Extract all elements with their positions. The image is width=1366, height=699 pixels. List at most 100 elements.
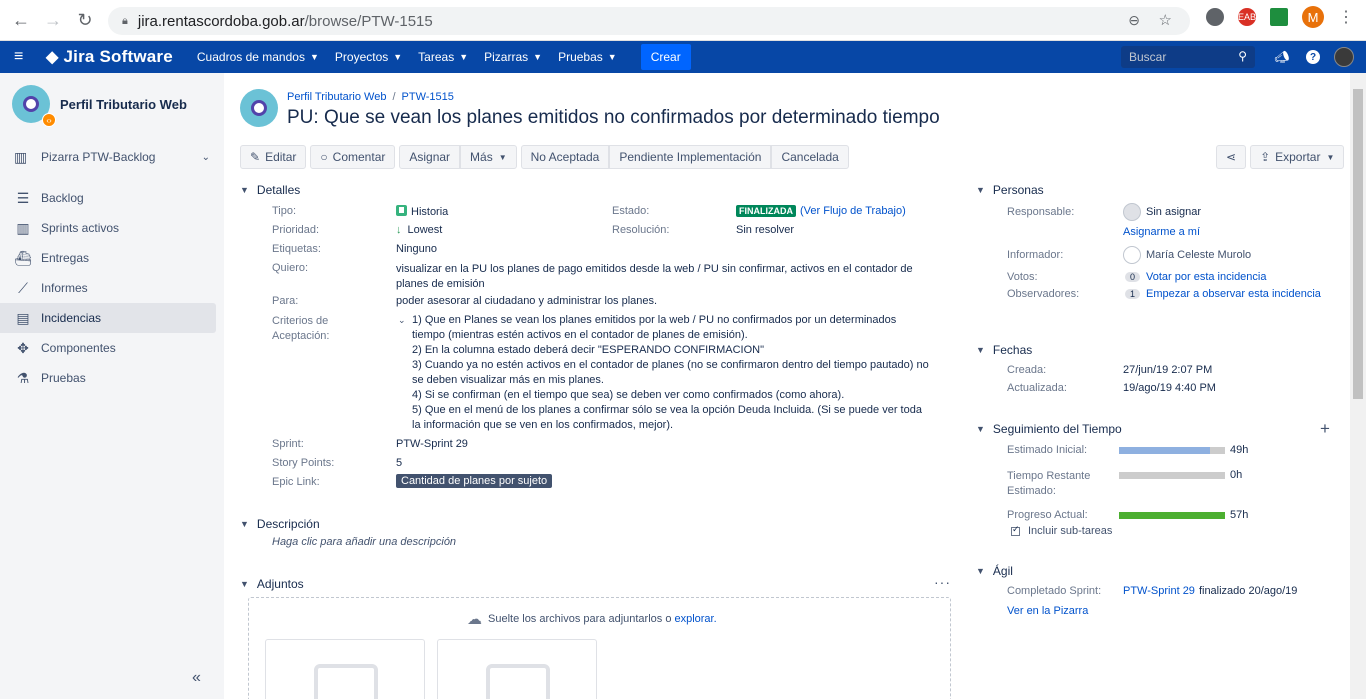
menu-tests[interactable]: Pruebas ▼ [550, 41, 625, 73]
estimated-bar-track [1119, 447, 1225, 454]
menu-issues[interactable]: Tareas ▼ [410, 41, 476, 73]
watch-link[interactable]: Empezar a observar esta incidencia [1146, 288, 1321, 300]
chevron-down-icon: ⌄ [201, 151, 210, 163]
scrollbar-thumb[interactable] [1353, 89, 1363, 399]
watchers-count: 1 [1125, 289, 1141, 299]
include-subtasks[interactable]: Incluir sub-tareas [1011, 524, 1112, 537]
checkbox[interactable] [1011, 524, 1020, 536]
priority-label: Prioridad: [272, 224, 320, 236]
description-section-toggle[interactable]: ▼ Descripción [240, 517, 320, 531]
more-icon[interactable]: ··· [934, 574, 951, 590]
vote-link[interactable]: Votar por esta incidencia [1146, 271, 1266, 283]
created-label: Creada: [1007, 364, 1047, 376]
sidebar-item-reports[interactable]: ⟋ Informes [0, 273, 216, 303]
browser-menu-icon[interactable]: ⋮ [1338, 7, 1354, 27]
chevron-down-icon[interactable]: ⌄ [398, 313, 406, 328]
progress-bar-fill [1119, 512, 1225, 519]
dates-section-toggle[interactable]: ▼ Fechas [976, 343, 1032, 357]
browser-toolbar: ← → ↻ 🔒︎ jira.rentascordoba.gob.ar/brows… [0, 0, 1366, 41]
ship-icon: ⛴︎ [14, 249, 32, 266]
profile-avatar[interactable]: M [1302, 6, 1324, 28]
sprint-link[interactable]: PTW-Sprint 29 [1123, 585, 1195, 597]
megaphone-icon[interactable]: 📣︎ [1272, 47, 1292, 67]
board-selector[interactable]: ▥ Pizarra PTW-Backlog ⌄ [0, 139, 224, 175]
breadcrumb-project-link[interactable]: Perfil Tributario Web [287, 91, 386, 103]
status-badge: FINALIZADA [736, 205, 796, 217]
edit-button[interactable]: ✎ Editar [240, 145, 307, 169]
criteria-item: 2) En la columna estado deberá decir "ES… [412, 344, 764, 356]
sidebar-item-components[interactable]: ✥ Componentes [0, 333, 216, 363]
jira-logo[interactable]: ◆ Jira Software [46, 47, 173, 67]
description-field[interactable]: Haga clic para añadir una descripción [272, 536, 456, 548]
sidebar-item-releases[interactable]: ⛴︎ Entregas [0, 243, 216, 273]
chevron-down-icon: ▼ [976, 424, 985, 434]
chevron-down-icon: ▼ [607, 52, 617, 62]
pending-implementation-button[interactable]: Pendiente Implementación [609, 145, 772, 169]
votes-value: 0 Votar por esta incidencia [1125, 271, 1266, 283]
reload-icon[interactable]: ↻ [74, 9, 96, 31]
puzzle-icon: ✥ [17, 339, 29, 356]
user-avatar[interactable] [1334, 47, 1354, 67]
issue-view: Perfil Tributario Web / PTW-1515 PU: Que… [224, 73, 1350, 699]
extension-circle-icon[interactable] [1206, 8, 1224, 26]
browse-link[interactable]: explorar. [674, 613, 716, 625]
project-header[interactable]: ‹› Perfil Tributario Web [0, 73, 224, 135]
chevron-down-icon: ▼ [240, 185, 249, 195]
assign-button[interactable]: Asignar [399, 145, 461, 169]
search-input[interactable]: Buscar ⚲ [1121, 46, 1255, 68]
votes-count: 0 [1125, 272, 1141, 282]
create-button[interactable]: Crear [640, 44, 691, 70]
type-value: Historia [396, 205, 448, 218]
share-button[interactable]: ⋖ [1216, 145, 1247, 169]
breadcrumb-issue-link[interactable]: PTW-1515 [402, 91, 454, 103]
chevron-down-icon: ▼ [976, 185, 985, 195]
pencil-icon: ✎ [250, 150, 261, 164]
help-icon[interactable]: ? [1306, 50, 1320, 64]
assign-to-me-link[interactable]: Asignarme a mí [1123, 226, 1200, 238]
epic-chip[interactable]: Cantidad de planes por sujeto [396, 474, 553, 488]
menu-dashboards[interactable]: Cuadros de mandos ▼ [189, 41, 327, 73]
labels-label: Etiquetas: [272, 243, 321, 255]
attachment-dropzone[interactable]: ☁︎ Suelte los archivos para adjuntarlos o… [248, 597, 951, 699]
agile-section-toggle[interactable]: ▼ Ágil [976, 564, 1013, 578]
person-icon [1123, 203, 1141, 221]
more-button[interactable]: Más ▼ [460, 145, 517, 169]
sidebar-item-tests[interactable]: ⚗︎ Pruebas [0, 363, 216, 393]
comment-button[interactable]: ○ Comentar [310, 145, 396, 169]
back-icon[interactable]: ← [10, 9, 32, 31]
bookmark-star-icon[interactable]: ☆ [1159, 11, 1172, 29]
collapse-sidebar-icon[interactable]: « [192, 669, 201, 687]
add-time-icon[interactable]: + [1320, 419, 1330, 439]
attachments-section-toggle[interactable]: ▼ Adjuntos [240, 577, 304, 591]
acceptance-criteria: ⌄ 1) Que en Planes se vean los planes em… [398, 313, 932, 433]
breadcrumb: Perfil Tributario Web / PTW-1515 [287, 91, 454, 103]
toolbar-right: ⋖ ⇪ Exportar ▼ [1216, 145, 1345, 169]
view-on-board-link[interactable]: Ver en la Pizarra [1007, 605, 1088, 617]
time-tracking-section-toggle[interactable]: ▼ Seguimiento del Tiempo [976, 422, 1122, 436]
export-button[interactable]: ⇪ Exportar ▼ [1250, 145, 1345, 169]
attachment-thumbnail[interactable] [437, 639, 597, 699]
sidebar-item-backlog[interactable]: ☰ Backlog [0, 183, 216, 213]
sidebar-item-sprints[interactable]: ▥ Sprints activos [0, 213, 216, 243]
workflow-link[interactable]: (Ver Flujo de Trabajo) [800, 205, 906, 217]
attachment-thumbnail[interactable] [265, 639, 425, 699]
zoom-icon[interactable]: ⊖ [1128, 12, 1140, 29]
not-accepted-button[interactable]: No Aceptada [520, 145, 610, 169]
details-section-toggle[interactable]: ▼ Detalles [240, 183, 300, 197]
menu-boards[interactable]: Pizarras ▼ [476, 41, 550, 73]
extension-eab-icon[interactable]: EAB [1238, 8, 1256, 26]
address-bar[interactable]: 🔒︎ jira.rentascordoba.gob.ar/browse/PTW-… [108, 7, 1190, 35]
updated-label: Actualizada: [1007, 382, 1067, 394]
hamburger-icon[interactable]: ≡ [14, 48, 34, 66]
watchers-label: Observadores: [1007, 288, 1080, 300]
topnav-right-icons: 📣︎ ? [1272, 47, 1354, 67]
forward-icon[interactable]: → [42, 9, 64, 31]
sidebar-item-issues[interactable]: ▤ Incidencias [0, 303, 216, 333]
cancelled-button[interactable]: Cancelada [771, 145, 849, 169]
scrollbar[interactable] [1350, 73, 1366, 699]
extension-sheet-icon[interactable] [1270, 8, 1288, 26]
people-section-toggle[interactable]: ▼ Personas [976, 183, 1044, 197]
menu-projects[interactable]: Proyectos ▼ [327, 41, 410, 73]
sprint-label: Sprint: [272, 438, 304, 450]
project-avatar[interactable] [240, 89, 278, 127]
